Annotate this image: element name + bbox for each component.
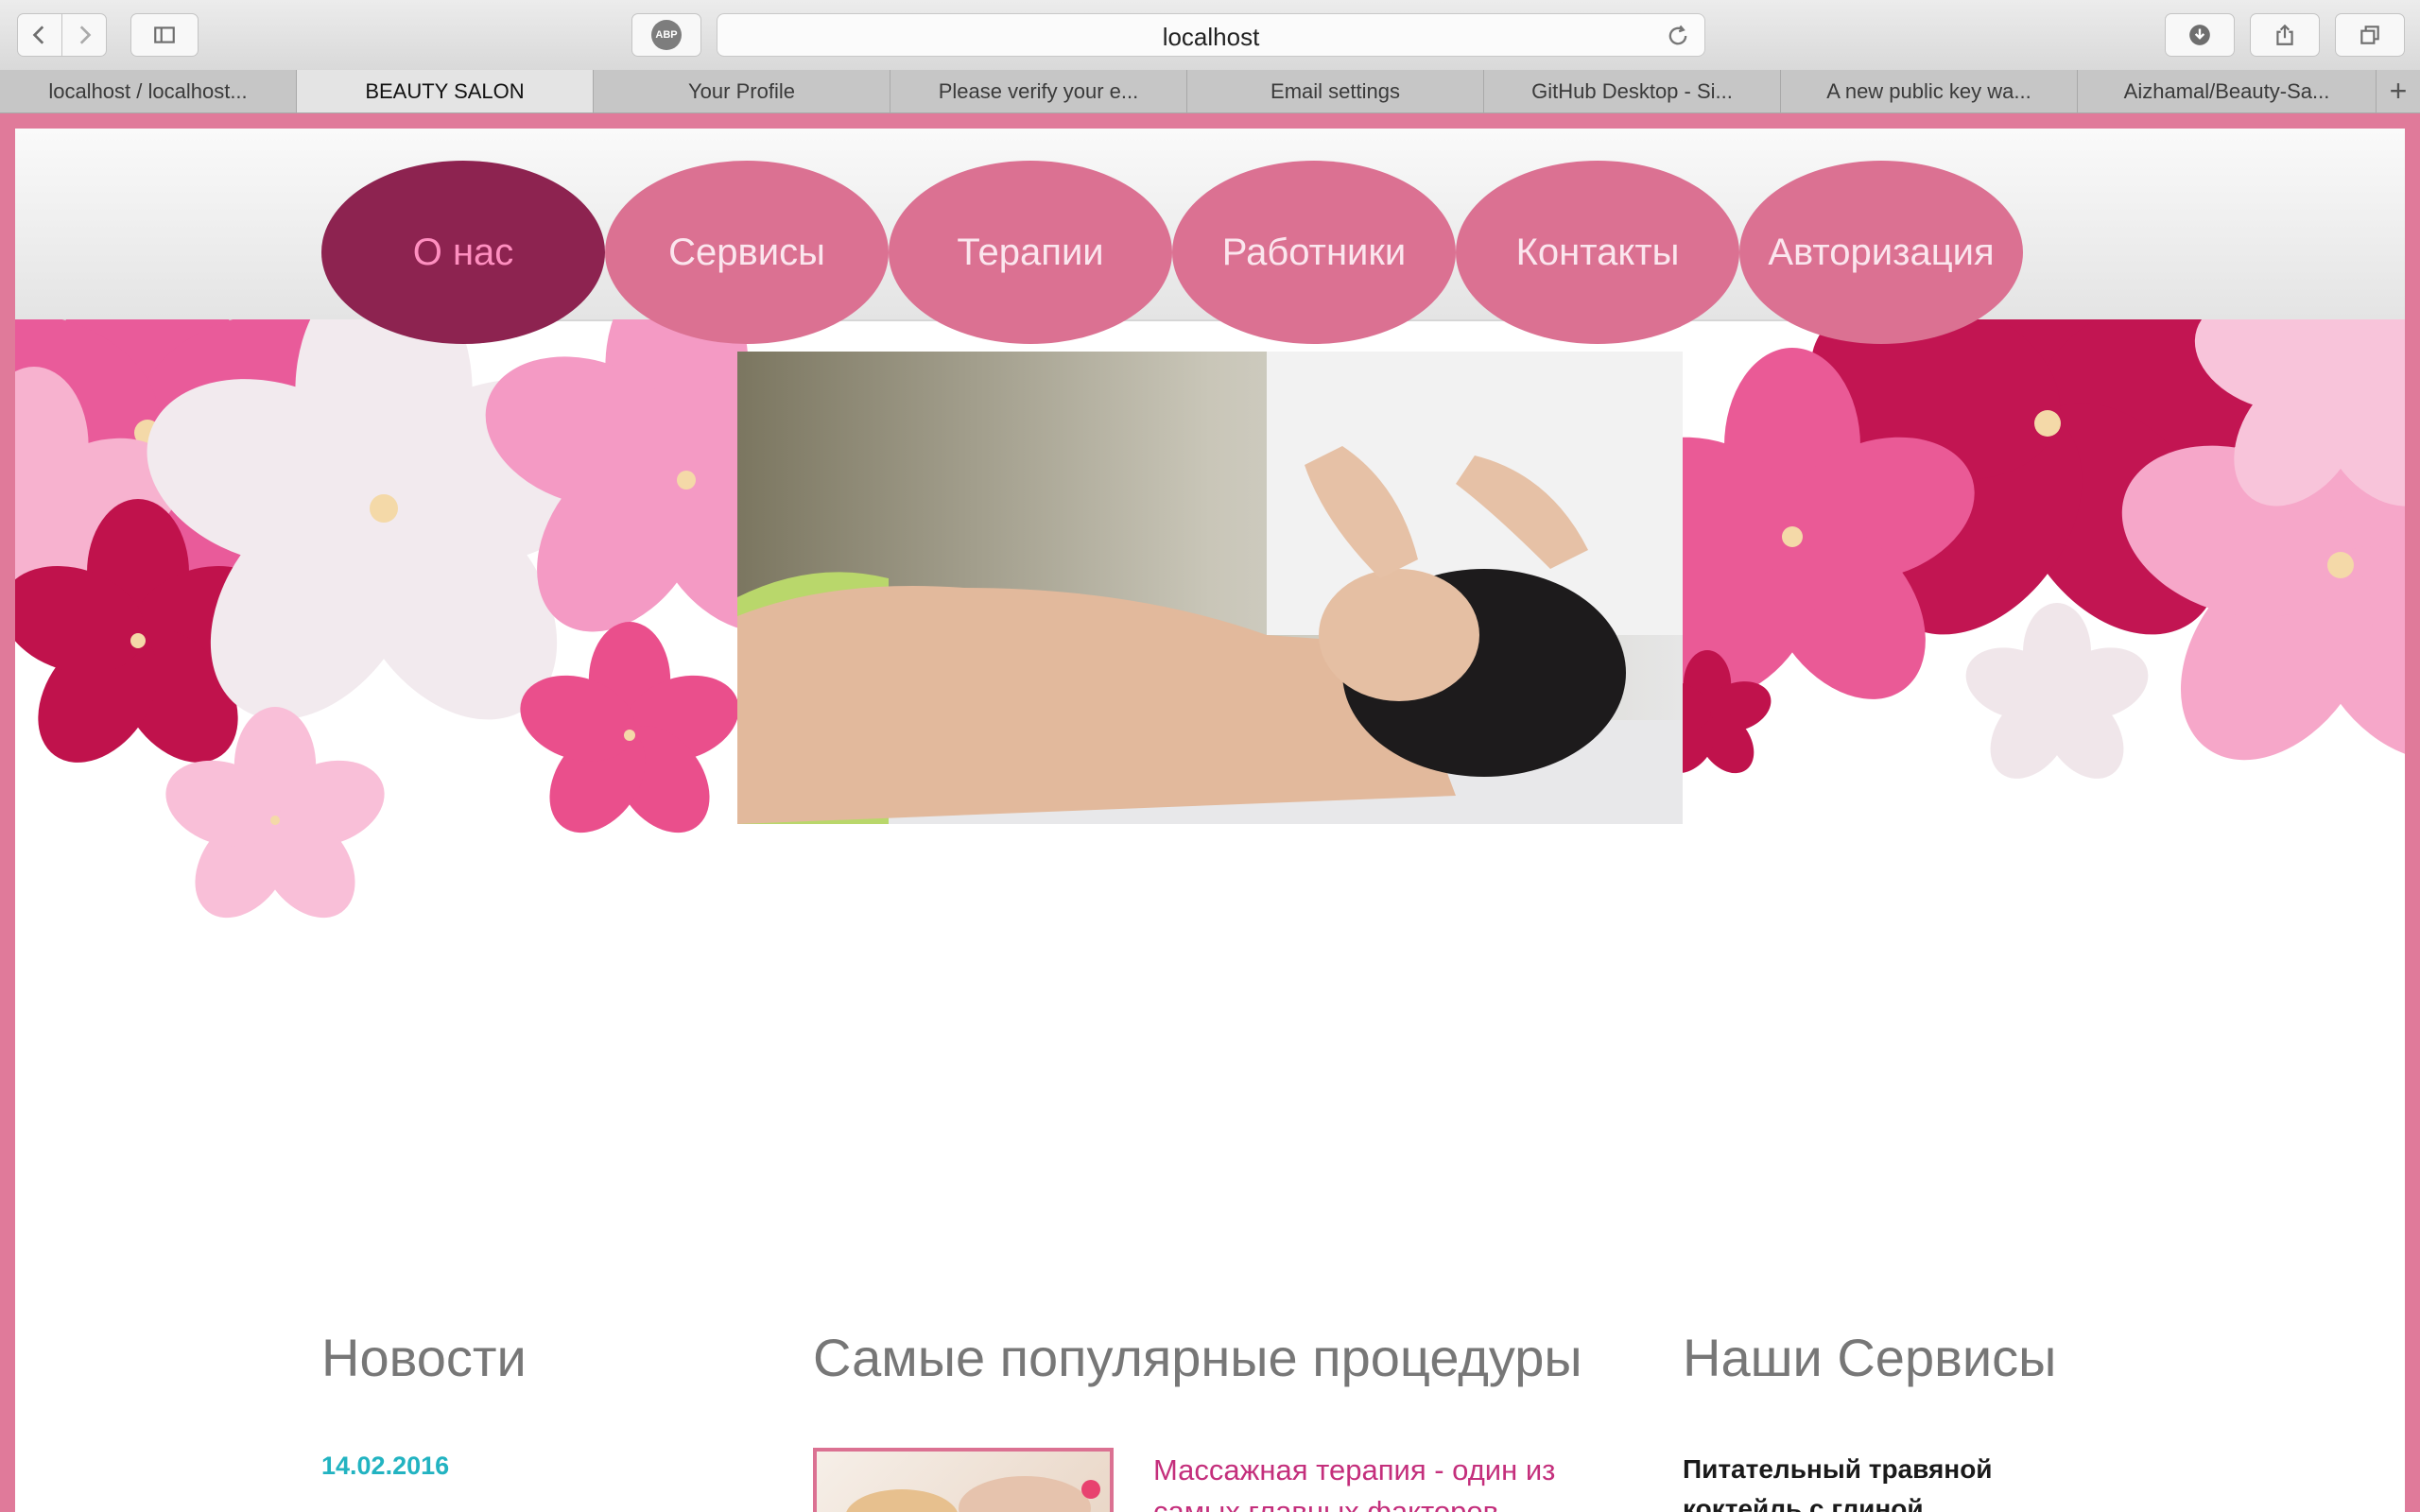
nav-about[interactable]: О нас [321,161,605,344]
tabs-overview-button[interactable] [2335,13,2405,57]
address-bar[interactable]: localhost [717,13,1705,57]
browser-tab[interactable]: Please verify your e... [890,70,1187,112]
nav-contacts[interactable]: Контакты [1456,161,1739,344]
our-services-title: Наши Сервисы [1683,1328,2057,1387]
hero-banner [15,178,2405,1028]
massage-photo [737,352,1683,824]
browser-tab[interactable]: localhost / localhost... [0,70,297,112]
sidebar-button[interactable] [130,13,199,57]
nav-therapies[interactable]: Терапии [889,161,1172,344]
new-tab-button[interactable]: + [2377,70,2420,112]
service-item[interactable]: Питательный травяной коктейль с глиной [1683,1450,2080,1512]
browser-tab-active[interactable]: BEAUTY SALON [297,70,594,112]
tab-label: Your Profile [688,78,795,103]
adblock-icon: ABP [651,20,682,50]
procedure-thumbnail-image [846,1476,1100,1512]
sidebar-icon [154,26,175,43]
download-icon [2189,25,2210,45]
chevron-right-icon [79,26,92,44]
tab-label: Aizhamal/Beauty-Sa... [2123,78,2330,103]
adblock-button[interactable]: ABP [631,13,701,57]
news-date[interactable]: 14.02.2016 [321,1452,449,1481]
procedure-thumbnail[interactable] [813,1448,1114,1512]
browser-tab[interactable]: Aizhamal/Beauty-Sa... [2078,70,2377,112]
browser-tab[interactable]: Your Profile [594,70,890,112]
tab-strip: localhost / localhost... BEAUTY SALON Yo… [0,70,2420,113]
news-title: Новости [321,1328,527,1387]
popular-procedures-title: Самые популярные процедуры [813,1328,1582,1387]
downloads-button[interactable] [2165,13,2235,57]
tab-label: BEAUTY SALON [365,78,525,103]
nav-services[interactable]: Сервисы [605,161,889,344]
tab-label: Please verify your e... [938,78,1139,103]
browser-tab[interactable]: GitHub Desktop - Si... [1484,70,1781,112]
web-page: О нас Сервисы Терапии Работники Контакты… [15,129,2405,1512]
share-icon [2276,24,2293,45]
forward-button[interactable] [61,13,107,57]
browser-tab[interactable]: A new public key wa... [1781,70,2078,112]
back-button[interactable] [17,13,62,57]
tab-label: localhost / localhost... [48,78,248,103]
tabs-icon [2360,26,2379,44]
tab-label: GitHub Desktop - Si... [1531,78,1733,103]
massage-photo-image [737,352,1683,824]
reload-icon[interactable] [1665,23,1691,49]
tab-label: A new public key wa... [1826,78,2031,103]
nav-staff[interactable]: Работники [1172,161,1456,344]
browser-toolbar: ABP localhost [0,0,2420,71]
share-button[interactable] [2250,13,2320,57]
browser-tab[interactable]: Email settings [1187,70,1484,112]
chevron-left-icon [32,26,44,44]
url-text: localhost [1162,23,1260,51]
procedure-link[interactable]: Массажная терапия - один из самых главны… [1153,1450,1645,1512]
tab-label: Email settings [1270,78,1400,103]
nav-login[interactable]: Авторизация [1739,161,2023,344]
